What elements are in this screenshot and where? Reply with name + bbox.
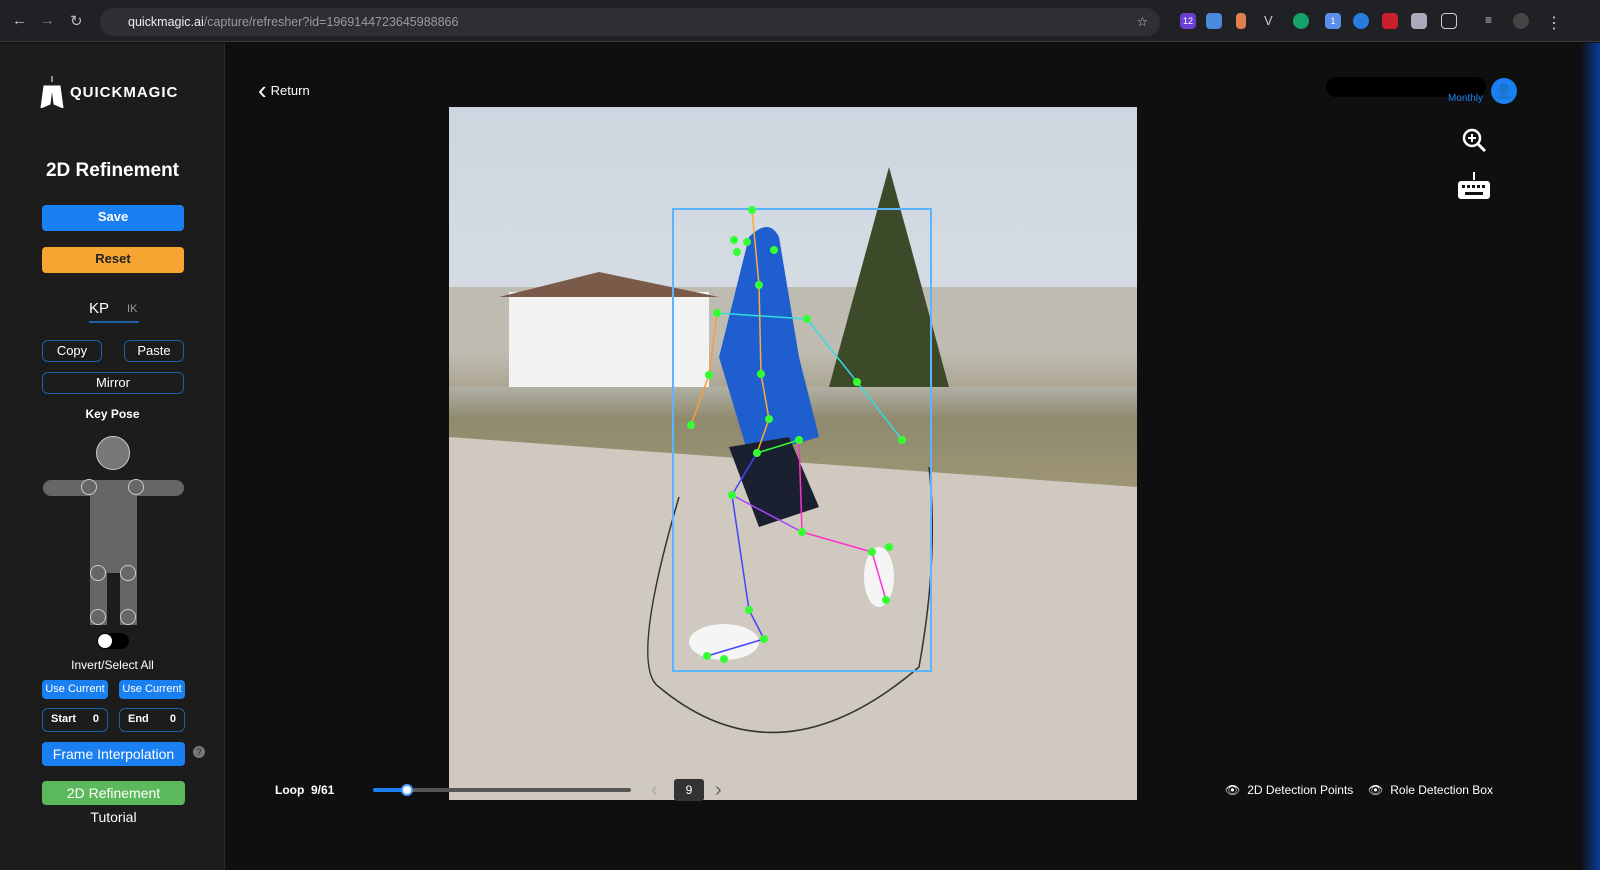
bookmark-star-icon[interactable]: ☆ xyxy=(1137,8,1148,36)
edge-glow xyxy=(1580,43,1600,870)
return-button[interactable]: ‹ Return xyxy=(258,75,310,105)
tab-kp[interactable]: KP xyxy=(89,300,109,317)
url-path: /capture/refresher?id=196914472364598886… xyxy=(203,15,459,29)
extension-icon[interactable] xyxy=(1236,13,1246,29)
pose-joint-left-shoulder[interactable] xyxy=(81,479,97,495)
tutorial-button[interactable]: 2D Refinement Tutorial xyxy=(42,781,185,825)
pose-overlay[interactable] xyxy=(449,107,1137,800)
copy-button[interactable]: Copy xyxy=(42,340,102,362)
browser-toolbar: ← → ↻ quickmagic.ai/capture/refresher?id… xyxy=(0,0,1600,42)
end-label: End xyxy=(128,713,149,725)
prev-frame-icon[interactable]: ‹ xyxy=(651,779,658,802)
pose-joint-right-foot[interactable] xyxy=(120,609,136,625)
extension-icon[interactable]: 12 xyxy=(1180,13,1196,29)
user-avatar-icon[interactable]: 👤 xyxy=(1491,78,1517,104)
mirror-button[interactable]: Mirror xyxy=(42,372,184,394)
extensions-puzzle-icon[interactable] xyxy=(1441,13,1457,29)
pose-head[interactable] xyxy=(96,436,130,470)
reset-button[interactable]: Reset xyxy=(42,247,184,273)
v-extension-icon[interactable]: V xyxy=(1264,13,1280,29)
next-frame-icon[interactable]: › xyxy=(715,779,722,802)
start-value: 0 xyxy=(92,713,99,725)
eye-icon: 👁 xyxy=(1225,783,1241,797)
menu-icon[interactable]: ⋮ xyxy=(1546,13,1562,32)
grammarly-icon[interactable] xyxy=(1293,13,1309,29)
timeline-handle[interactable] xyxy=(400,784,413,796)
loop-label: Loop xyxy=(275,783,305,797)
invert-toggle[interactable] xyxy=(97,633,129,649)
role-box-label: Role Detection Box xyxy=(1390,783,1493,797)
logo-icon xyxy=(40,76,64,108)
url-domain: quickmagic.ai xyxy=(128,15,204,29)
return-label: Return xyxy=(270,82,310,98)
forward-icon[interactable]: → xyxy=(40,12,55,29)
use-current-start-button[interactable]: Use Current xyxy=(42,680,108,699)
end-value: 0 xyxy=(169,713,176,725)
pose-joint-right-shoulder[interactable] xyxy=(128,479,144,495)
shield-extension-icon[interactable] xyxy=(1411,13,1427,29)
detection-points-label: 2D Detection Points xyxy=(1247,783,1354,797)
invert-label: Invert/Select All xyxy=(71,658,154,672)
logo-text: QUICKMAGIC xyxy=(70,83,179,101)
extension-icon[interactable] xyxy=(1353,13,1369,29)
pose-joint-left-hip[interactable] xyxy=(90,565,106,581)
back-icon[interactable]: ← xyxy=(12,12,27,29)
pose-joint-left-foot[interactable] xyxy=(90,609,106,625)
timeline-slider[interactable] xyxy=(373,784,631,796)
start-label: Start xyxy=(51,713,77,725)
key-pose-label: Key Pose xyxy=(85,407,140,421)
logo: QUICKMAGIC xyxy=(40,76,178,108)
eye-icon: 👁 xyxy=(1368,783,1384,797)
start-frame-input[interactable]: Start 0 xyxy=(42,708,108,732)
detection-points-toggle[interactable]: 👁 2D Detection Points xyxy=(1225,783,1353,797)
save-button[interactable]: Save xyxy=(42,205,184,231)
sidebar: QUICKMAGIC 2D Refinement Save Reset KP I… xyxy=(0,43,225,870)
end-frame-input[interactable]: End 0 xyxy=(119,708,185,732)
help-icon[interactable]: ? xyxy=(193,746,205,758)
pose-joint-right-hip[interactable] xyxy=(120,565,136,581)
plan-label: Monthly xyxy=(1448,93,1484,104)
frame-number-input[interactable]: 9 xyxy=(674,779,704,801)
video-frame[interactable] xyxy=(449,107,1137,800)
extension-icon[interactable] xyxy=(1382,13,1398,29)
reload-icon[interactable]: ↻ xyxy=(70,12,83,30)
keyboard-icon[interactable] xyxy=(1457,172,1491,200)
address-bar[interactable]: quickmagic.ai/capture/refresher?id=19691… xyxy=(100,8,1160,36)
page-title: 2D Refinement xyxy=(45,160,180,181)
use-current-end-button[interactable]: Use Current xyxy=(119,680,185,699)
zoom-in-icon[interactable] xyxy=(1461,127,1487,153)
frame-interpolation-button[interactable]: Frame Interpolation xyxy=(42,742,185,766)
translate-extension-icon[interactable] xyxy=(1206,13,1222,29)
profile-avatar[interactable] xyxy=(1513,13,1529,29)
tab-ik[interactable]: IK xyxy=(127,303,137,315)
role-detection-box-toggle[interactable]: 👁 Role Detection Box xyxy=(1368,783,1493,797)
media-icon[interactable]: ≡ xyxy=(1485,13,1501,29)
chevron-left-icon: ‹ xyxy=(258,75,267,105)
tab-underline xyxy=(89,321,139,323)
extension-icon[interactable]: 1 xyxy=(1325,13,1341,29)
frame-counter: 9/61 xyxy=(311,783,335,797)
paste-button[interactable]: Paste xyxy=(124,340,184,362)
